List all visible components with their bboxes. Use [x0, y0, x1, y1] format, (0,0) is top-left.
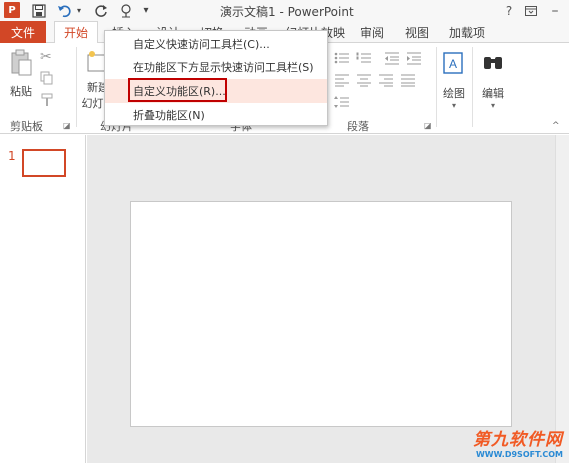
bullets-icon[interactable]	[334, 51, 350, 68]
drawing-dropdown-icon: ▾	[451, 101, 456, 110]
watermark-logo-text: 第九软件网	[473, 430, 563, 450]
decrease-indent-icon[interactable]	[384, 51, 400, 68]
collapse-ribbon-icon[interactable]: ^	[552, 121, 560, 131]
menu-item-customize-qat[interactable]: 自定义快速访问工具栏(C)...	[105, 34, 327, 54]
group-divider	[472, 47, 473, 127]
tab-addins[interactable]: 加载项	[442, 21, 492, 43]
paste-button[interactable]: 粘贴	[6, 49, 36, 99]
ribbon-display-options-icon[interactable]	[521, 2, 541, 19]
watermark-url: WWW.D9SOFT.COM	[475, 450, 563, 459]
slide-thumbnail-pane: 1	[0, 135, 86, 463]
redo-icon[interactable]	[92, 2, 110, 19]
numbering-icon[interactable]	[356, 51, 372, 68]
shapes-icon: A	[443, 52, 463, 74]
align-center-icon[interactable]	[356, 73, 372, 90]
title-bar: P ▾ ▾ 演示文稿1 - PowerPoint ? –	[0, 0, 569, 21]
clipboard-group-label: 剪贴板	[10, 120, 43, 133]
vertical-scrollbar[interactable]	[555, 135, 569, 463]
drawing-button[interactable]: A 绘图 ▾	[440, 51, 468, 110]
editing-dropdown-icon: ▾	[490, 101, 495, 110]
drawing-label: 绘图	[443, 87, 465, 100]
justify-icon[interactable]	[400, 73, 416, 90]
editing-label: 编辑	[482, 87, 504, 100]
slide-canvas[interactable]	[130, 201, 512, 427]
tab-review[interactable]: 审阅	[352, 21, 392, 43]
paste-icon	[11, 49, 32, 76]
cut-icon[interactable]: ✂	[40, 49, 52, 65]
slide-editing-area	[87, 135, 569, 463]
undo-icon[interactable]	[55, 2, 75, 19]
line-spacing-icon[interactable]	[334, 95, 350, 112]
binoculars-icon	[484, 57, 502, 69]
group-divider	[436, 47, 437, 127]
minimize-icon[interactable]: –	[545, 2, 565, 19]
tab-view[interactable]: 视图	[397, 21, 437, 43]
slide-thumbnail[interactable]	[22, 149, 66, 177]
site-watermark: 第九软件网 WWW.D9SOFT.COM	[473, 425, 563, 459]
highlight-box	[128, 78, 227, 102]
powerpoint-app-icon[interactable]: P	[4, 2, 20, 18]
menu-item-collapse-ribbon[interactable]: 折叠功能区(N)	[105, 105, 327, 125]
qat-dropdown-icon[interactable]: ▾	[140, 2, 152, 19]
save-icon[interactable]	[30, 2, 48, 19]
help-button[interactable]: ?	[499, 2, 519, 19]
copy-icon[interactable]	[40, 71, 54, 88]
undo-dropdown-icon[interactable]: ▾	[75, 2, 83, 19]
paragraph-group-label: 段落	[347, 120, 369, 133]
group-divider	[76, 47, 77, 127]
svg-text:A: A	[449, 57, 457, 71]
tab-home[interactable]: 开始	[54, 21, 98, 44]
format-painter-icon[interactable]	[40, 93, 54, 110]
slide-number: 1	[8, 149, 16, 163]
align-left-icon[interactable]	[334, 73, 350, 90]
tab-file[interactable]: 文件	[0, 21, 46, 43]
paste-label: 粘贴	[10, 85, 32, 98]
align-right-icon[interactable]	[378, 73, 394, 90]
increase-indent-icon[interactable]	[406, 51, 422, 68]
editing-button[interactable]: 编辑 ▾	[478, 51, 508, 110]
qat-context-menu: 自定义快速访问工具栏(C)... 在功能区下方显示快速访问工具栏(S) 自定义功…	[104, 30, 328, 126]
clipboard-launcher-icon[interactable]: ◪	[63, 121, 71, 130]
paragraph-launcher-icon[interactable]: ◪	[424, 121, 432, 130]
touch-mode-icon[interactable]	[117, 2, 135, 19]
menu-item-show-qat-below[interactable]: 在功能区下方显示快速访问工具栏(S)	[105, 57, 327, 77]
window-title: 演示文稿1 - PowerPoint	[220, 5, 354, 19]
